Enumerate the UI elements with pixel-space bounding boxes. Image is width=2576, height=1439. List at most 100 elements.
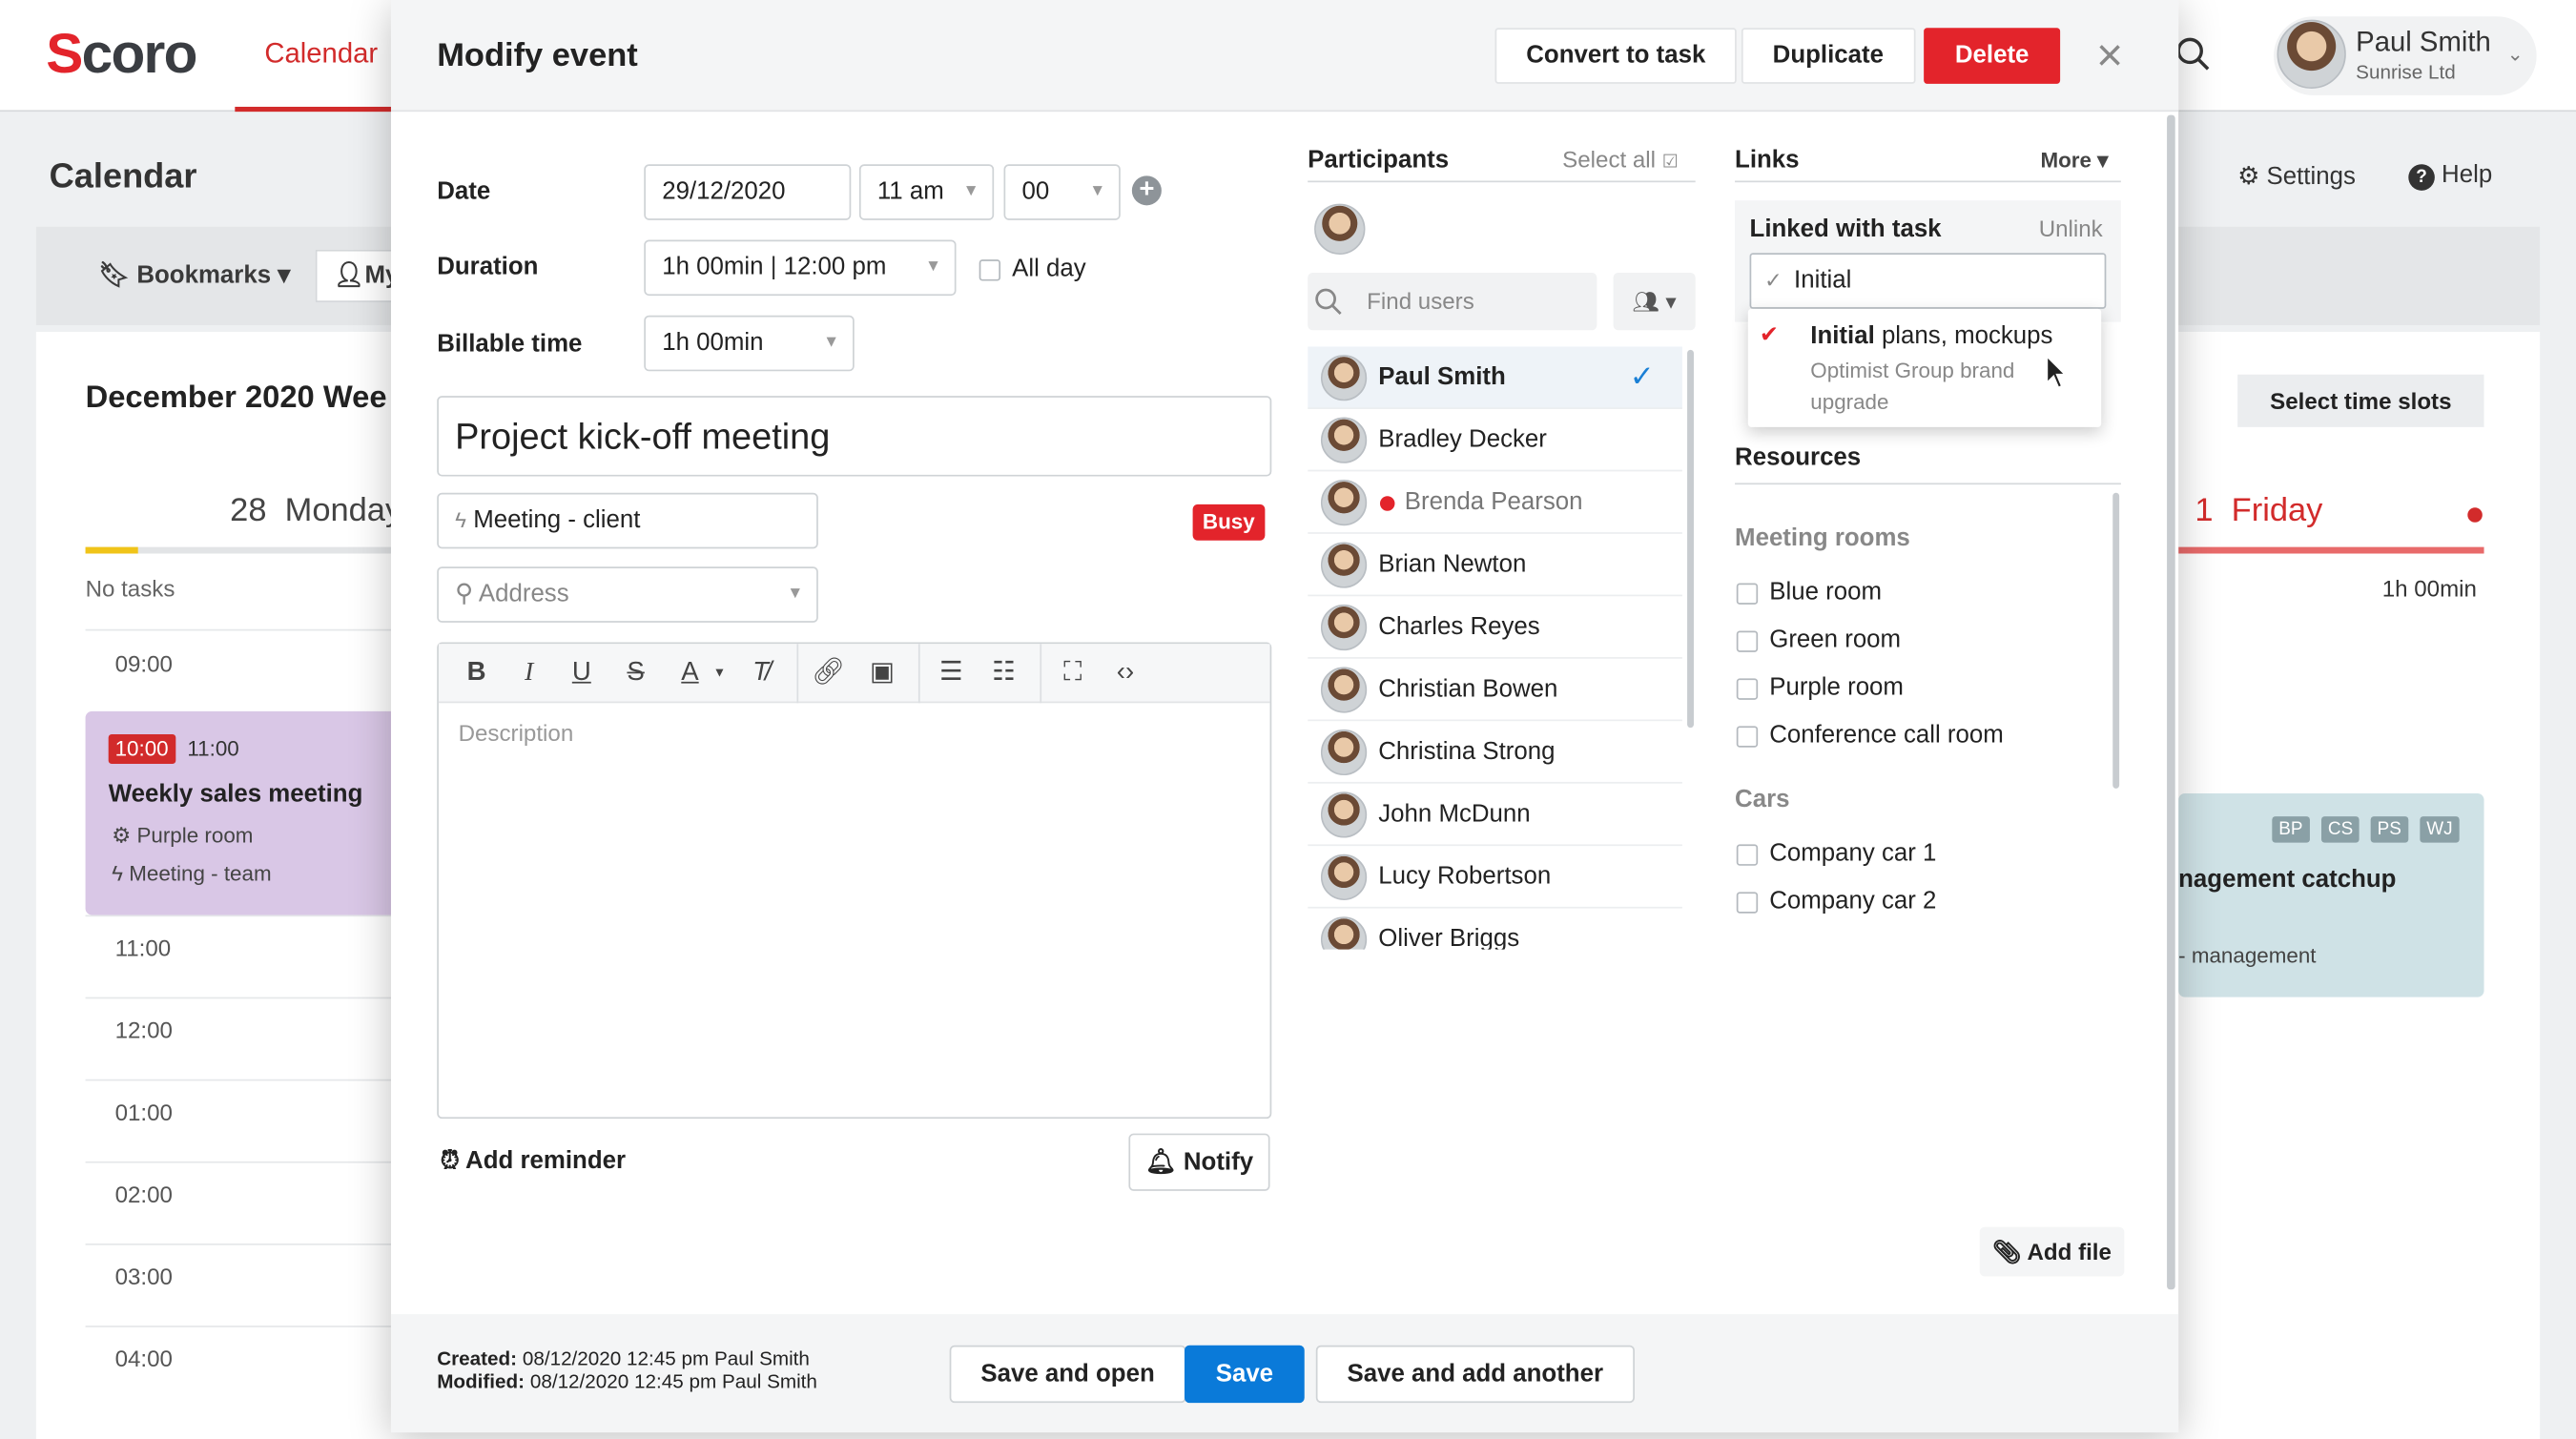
code-view-icon[interactable]: ‹›	[1109, 657, 1142, 689]
billable-time-select[interactable]: 1h 00min ▼	[644, 315, 855, 372]
add-reminder-button[interactable]: ⏰︎ Add reminder	[441, 1146, 626, 1174]
page-title: Calendar	[49, 157, 197, 195]
editor-toolbar: B I U S A ▼ T̸ 🔗︎ ▣ ☰ ☷ ⛶ ‹›	[438, 644, 1270, 704]
event-room-label: Purple room	[136, 823, 254, 848]
delete-button[interactable]: Delete	[1924, 28, 2061, 84]
participant-name: Bradley Decker	[1378, 425, 1547, 454]
scoro-logo[interactable]: Scoro	[46, 23, 197, 87]
user-groups-button[interactable]: 👥︎ ▾	[1613, 272, 1696, 331]
participant-row[interactable]: Christian Bowen	[1308, 659, 1682, 722]
status-badge[interactable]: Busy	[1192, 504, 1266, 541]
hour-label: 02:00	[114, 1181, 173, 1208]
help-link[interactable]: ? Help	[2408, 161, 2492, 191]
checkbox-icon: ☑	[1661, 153, 1679, 173]
room-label: Blue room	[1769, 578, 1882, 606]
task-option-rest: plans, mockups	[1874, 321, 2053, 350]
participant-name: John McDunn	[1378, 799, 1531, 829]
hour-label: 04:00	[114, 1345, 173, 1372]
current-user-avatar	[1314, 203, 1366, 255]
convert-to-task-button[interactable]: Convert to task	[1494, 28, 1738, 84]
fullscreen-icon[interactable]: ⛶	[1057, 657, 1089, 689]
italic-icon[interactable]: I	[512, 657, 545, 689]
participant-name: Charles Reyes	[1378, 612, 1540, 641]
hour-line	[85, 1243, 398, 1245]
participants-scrollbar[interactable]	[1687, 349, 1694, 729]
participant-name: Lucy Robertson	[1378, 862, 1552, 891]
duration-value: 1h 00min	[662, 253, 764, 281]
toolbar-divider	[1040, 644, 1042, 704]
close-icon[interactable]: ×	[2096, 32, 2123, 78]
select-time-slots-button[interactable]: Select time slots	[2237, 374, 2484, 427]
save-button[interactable]: Save	[1184, 1345, 1305, 1404]
address-input[interactable]: ⚲ Address ▼	[437, 566, 818, 623]
settings-link[interactable]: ⚙ Settings	[2237, 161, 2356, 191]
month-title: December 2020 Wee	[85, 380, 387, 416]
hour-line	[85, 997, 398, 999]
participant-row[interactable]: Lucy Robertson	[1308, 846, 1682, 909]
find-users-input[interactable]: Find users	[1308, 272, 1597, 331]
strikethrough-icon[interactable]: S	[619, 657, 651, 689]
nav-calendar[interactable]: Calendar	[235, 0, 408, 113]
room-checkbox[interactable]	[1736, 678, 1759, 700]
save-and-open-button[interactable]: Save and open	[949, 1345, 1186, 1404]
underline-icon[interactable]: U	[566, 657, 598, 689]
room-checkbox[interactable]	[1736, 583, 1759, 605]
task-search-input[interactable]: ✓ Initial	[1749, 253, 2107, 309]
minute-select[interactable]: 00 ▼	[1003, 164, 1121, 220]
date-input[interactable]: 29/12/2020	[644, 164, 852, 220]
room-label: Purple room	[1769, 673, 1904, 702]
all-day-checkbox[interactable]	[979, 259, 1001, 281]
more-links-button[interactable]: More ▾	[2040, 148, 2108, 175]
linked-with-task-label: Linked with task	[1749, 215, 1942, 243]
room-checkbox[interactable]	[1736, 630, 1759, 652]
select-all-toggle[interactable]: Select all ☑	[1562, 146, 1679, 173]
search-icon[interactable]	[2175, 36, 2212, 72]
calendar-event-management[interactable]: BP CS PS WJ nagement catchup - managemen…	[2178, 793, 2484, 997]
more-label: More	[2040, 148, 2092, 173]
notify-button[interactable]: 🔔︎ Notify	[1128, 1133, 1270, 1191]
unlink-button[interactable]: Unlink	[2039, 216, 2103, 242]
event-room: ⚙ Purple room	[112, 823, 253, 850]
add-time-icon[interactable]: +	[1131, 175, 1162, 206]
duration-select[interactable]: 1h 00min | 12:00 pm ▼	[644, 239, 957, 297]
event-title-input[interactable]: Project kick-off meeting	[437, 396, 1272, 477]
text-color-icon[interactable]: A	[673, 657, 706, 689]
car-checkbox[interactable]	[1736, 892, 1759, 914]
duplicate-button[interactable]: Duplicate	[1741, 28, 1915, 84]
image-icon[interactable]: ▣	[866, 657, 898, 689]
participant-row[interactable]: Bradley Decker	[1308, 409, 1682, 472]
user-menu[interactable]: Paul Smith Sunrise Ltd ⌄	[2274, 16, 2537, 95]
bullet-list-icon[interactable]: ☰	[935, 657, 967, 689]
bookmarks-button[interactable]: 🔖︎ Bookmarks ▾	[86, 250, 303, 302]
event-start-badge: 10:00	[108, 733, 175, 764]
participant-row[interactable]: Christina Strong	[1308, 721, 1682, 784]
hour-select[interactable]: 11 am ▼	[858, 164, 995, 220]
participant-name: Paul Smith	[1378, 362, 1506, 391]
participant-row[interactable]: Charles Reyes	[1308, 596, 1682, 659]
chevron-down-icon[interactable]: ▼	[711, 657, 728, 689]
participant-avatar	[1320, 791, 1368, 838]
save-and-add-another-button[interactable]: Save and add another	[1315, 1345, 1635, 1404]
bolt-icon: ϟ	[455, 507, 467, 533]
link-icon[interactable]: 🔗︎	[812, 657, 845, 689]
dialog-scrollbar[interactable]	[2167, 114, 2175, 1290]
description-placeholder[interactable]: Description	[459, 719, 574, 746]
participant-row[interactable]: Brenda Pearson	[1308, 471, 1682, 534]
bold-icon[interactable]: B	[460, 657, 492, 689]
date-label: Date	[437, 177, 491, 206]
event-type-select[interactable]: ϟ Meeting - client	[437, 492, 818, 549]
participant-row[interactable]: Brian Newton	[1308, 534, 1682, 597]
dialog-footer: Created: 08/12/2020 12:45 pm Paul Smith …	[390, 1314, 2179, 1433]
room-checkbox[interactable]	[1736, 726, 1759, 748]
add-file-button[interactable]: 📎︎ Add file	[1979, 1226, 2125, 1277]
participant-row[interactable]: Paul Smith ✓	[1308, 346, 1682, 409]
friday-load-bar	[2178, 546, 2484, 554]
car-checkbox[interactable]	[1736, 844, 1759, 866]
resources-scrollbar[interactable]	[2112, 492, 2120, 789]
calendar-event-sales[interactable]: 10:00 11:00 Weekly sales meeting ⚙ Purpl…	[85, 710, 398, 915]
numbered-list-icon[interactable]: ☷	[987, 657, 1020, 689]
participant-row[interactable]: Oliver Briggs	[1308, 909, 1682, 950]
clear-format-icon[interactable]: T̸	[744, 657, 776, 689]
links-rule	[1735, 180, 2121, 183]
participant-row[interactable]: John McDunn	[1308, 784, 1682, 847]
